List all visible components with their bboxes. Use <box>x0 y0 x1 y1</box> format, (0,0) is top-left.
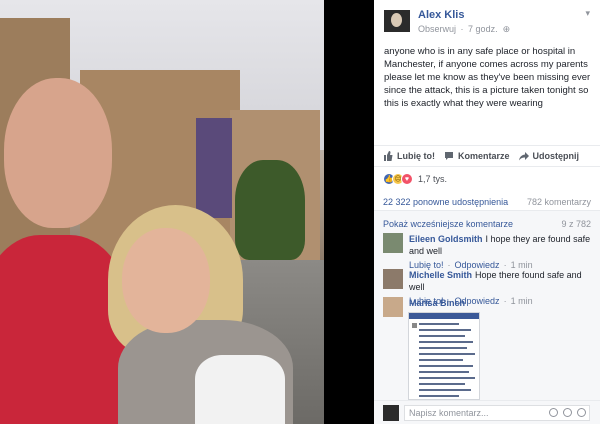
screenshot-line <box>419 353 475 355</box>
emoji-icon[interactable] <box>549 408 558 417</box>
screenshot-line <box>419 395 459 397</box>
reactions-summary[interactable]: 👍 ☹ ♥ 1,7 tys. <box>383 172 447 186</box>
share-label: Udostępnij <box>532 151 580 161</box>
meta-separator: · <box>460 24 464 34</box>
comment-label: Komentarze <box>458 151 510 161</box>
show-previous-comments[interactable]: Pokaż wcześniejsze komentarze <box>383 219 513 229</box>
share-arrow-icon <box>518 152 529 161</box>
comment-body: Marisa Binch <box>409 297 593 309</box>
reaction-count: 1,7 tys. <box>418 174 448 184</box>
post-time[interactable]: 7 godz. <box>468 24 498 34</box>
thumbs-up-icon <box>384 151 393 161</box>
comments-count[interactable]: 782 komentarzy <box>527 197 591 207</box>
commenter-name[interactable]: Michelle Smith <box>409 270 472 280</box>
comment-body: Eileen Goldsmith I hope they are found sa… <box>409 233 593 271</box>
tree <box>235 160 305 260</box>
screenshot-line <box>419 359 463 361</box>
share-button[interactable]: Udostępnij <box>518 151 580 161</box>
man-head <box>4 78 112 228</box>
screenshot-line <box>419 323 459 325</box>
screenshot-line <box>419 377 475 379</box>
globe-icon: ⊕ <box>500 24 511 34</box>
like-button[interactable]: Lubię to! <box>383 151 435 161</box>
post-photo[interactable] <box>0 0 324 424</box>
screenshot-line <box>419 335 465 337</box>
follow-link[interactable]: Obserwuj <box>418 24 456 34</box>
previous-comments-row: Pokaż wcześniejsze komentarze 9 z 782 <box>383 219 591 229</box>
comment-composer <box>374 400 600 424</box>
gif-icon[interactable] <box>577 408 586 417</box>
commenter-avatar[interactable] <box>383 297 403 317</box>
screenshot-line <box>419 341 473 343</box>
like-label: Lubię to! <box>397 151 435 161</box>
comment-button[interactable]: Komentarze <box>444 151 510 161</box>
chevron-down-icon[interactable]: ▾ <box>585 8 590 19</box>
love-reaction-icon: ♥ <box>401 173 413 185</box>
screenshot-line <box>419 329 471 331</box>
woman-face <box>122 228 210 333</box>
camera-icon[interactable] <box>563 408 572 417</box>
commenter-name[interactable]: Eileen Goldsmith <box>409 234 483 244</box>
commenter-name[interactable]: Marisa Binch <box>409 298 465 308</box>
comment-screenshot-image[interactable] <box>408 312 480 400</box>
post-stats: 22 322 ponowne udostępnienia 782 komenta… <box>383 197 591 207</box>
post-text: anyone who is in any safe place or hospi… <box>384 46 591 109</box>
shares-link[interactable]: 22 322 ponowne udostępnienia <box>383 197 508 207</box>
woman-white-top <box>195 355 285 424</box>
post-header: Alex Klis Obserwuj · 7 godz. ⊕ ▾ <box>374 0 600 44</box>
post-actions: Lubię to! Komentarze Udostępnij <box>374 145 600 167</box>
post-meta: Obserwuj · 7 godz. ⊕ <box>418 24 510 35</box>
author-name[interactable]: Alex Klis <box>418 9 464 21</box>
building-banner <box>196 118 232 218</box>
commenter-avatar[interactable] <box>383 233 403 253</box>
screenshot-line <box>419 365 473 367</box>
my-avatar <box>383 405 399 421</box>
comments-pager: 9 z 782 <box>561 219 591 229</box>
commenter-avatar[interactable] <box>383 269 403 289</box>
screenshot-line <box>419 371 469 373</box>
author-avatar[interactable] <box>384 10 410 32</box>
screenshot-header <box>409 313 479 319</box>
screenshot-avatar <box>412 323 417 328</box>
viewer-gap <box>324 0 374 424</box>
composer-icons <box>549 408 586 417</box>
post-panel: Alex Klis Obserwuj · 7 godz. ⊕ ▾ anyone … <box>374 0 600 424</box>
comment-bubble-icon <box>445 152 453 160</box>
screenshot-line <box>419 347 467 349</box>
screenshot-line <box>419 383 465 385</box>
screenshot-line <box>419 389 471 391</box>
